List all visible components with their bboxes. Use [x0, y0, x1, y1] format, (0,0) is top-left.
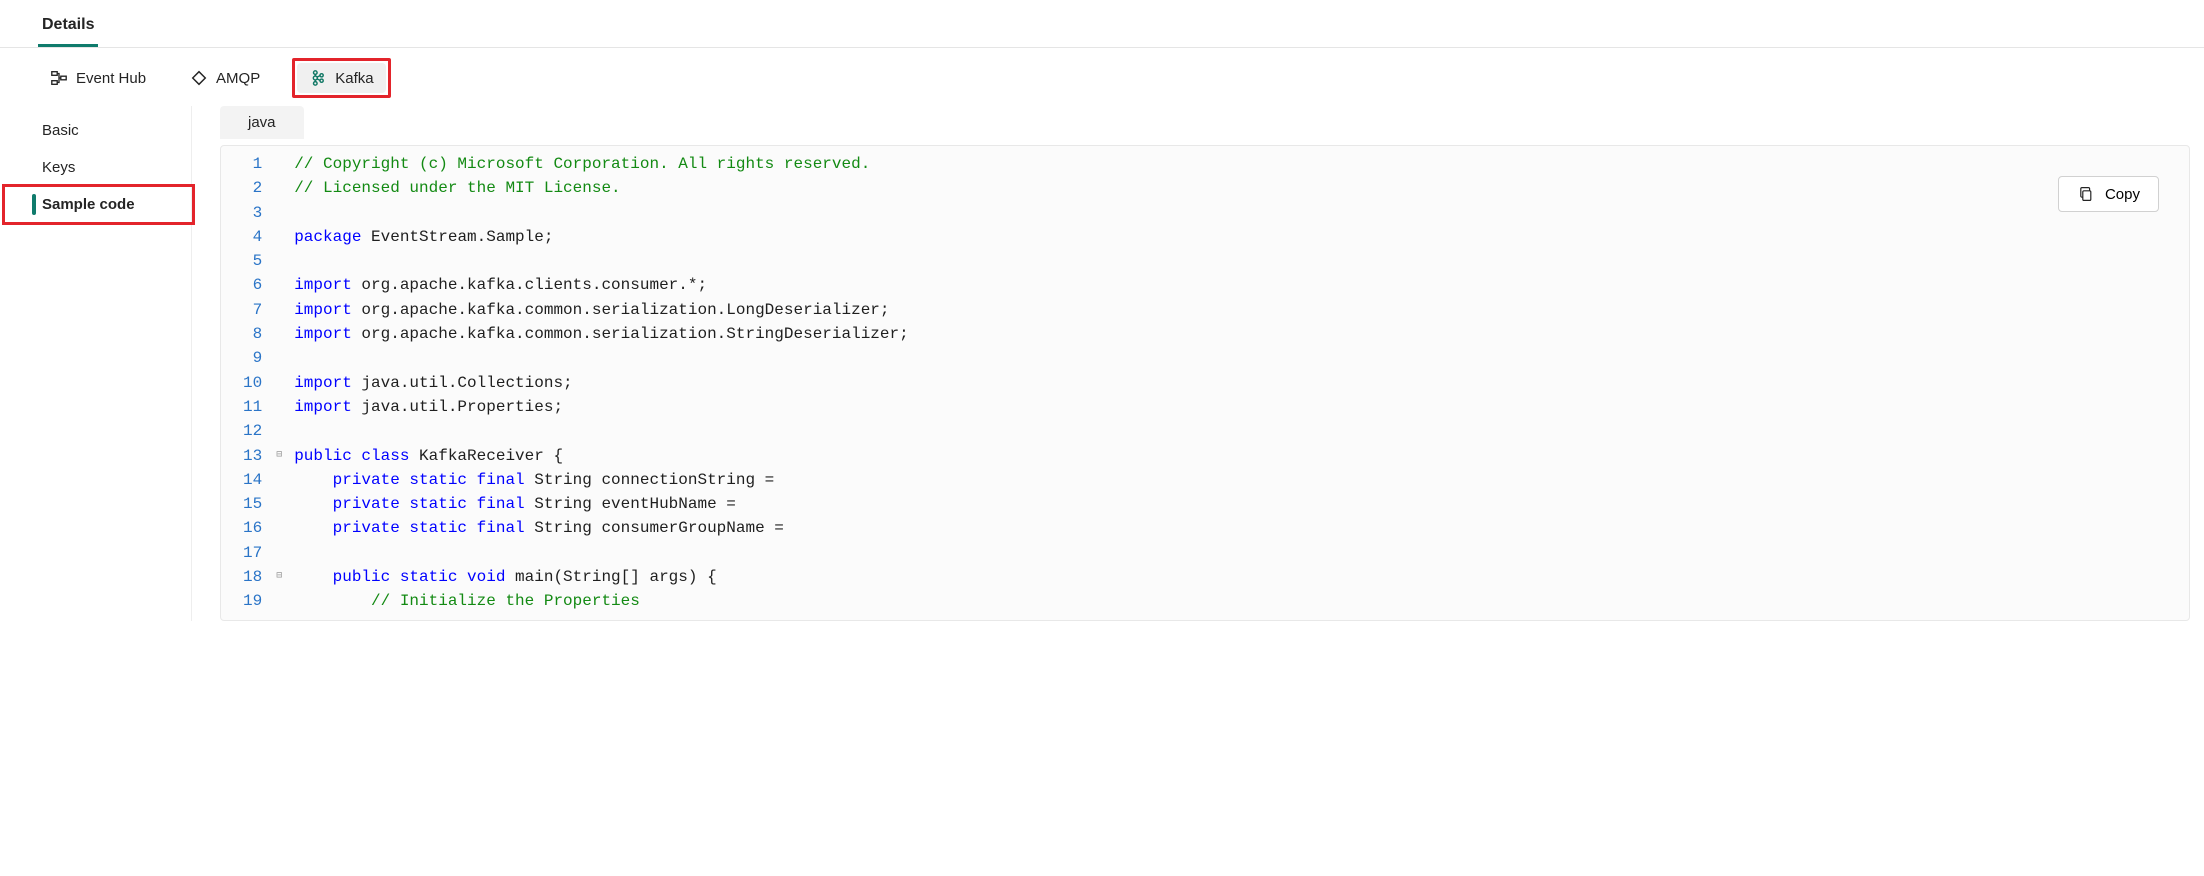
sidebar-item-label: Basic — [42, 122, 79, 139]
copy-icon — [2077, 185, 2095, 203]
sidebar-item-keys[interactable]: Keys — [0, 149, 191, 186]
kafka-highlight: Kafka — [292, 58, 390, 98]
sidebar-item-sample-code[interactable]: Sample code — [0, 186, 191, 223]
sidebar-item-label: Sample code — [42, 196, 135, 213]
event-hub-icon — [50, 69, 68, 87]
code-tab-java[interactable]: java — [220, 106, 304, 139]
tab-details[interactable]: Details — [38, 4, 98, 47]
amqp-icon — [190, 69, 208, 87]
toolbar-kafka-label: Kafka — [335, 70, 373, 87]
sidebar-item-basic[interactable]: Basic — [0, 112, 191, 149]
code-block: Copy 12345678910111213141516171819 ⊟⊟ //… — [220, 145, 2190, 621]
toolbar-kafka[interactable]: Kafka — [297, 63, 385, 93]
toolbar-event-hub[interactable]: Event Hub — [38, 63, 158, 93]
toolbar-event-hub-label: Event Hub — [76, 70, 146, 87]
kafka-icon — [309, 69, 327, 87]
sidebar: Basic Keys Sample code — [0, 106, 192, 621]
header-tabs: Details — [0, 0, 2204, 48]
protocol-toolbar: Event Hub AMQP Kafka — [0, 48, 2204, 106]
code-lang-tabs: java — [220, 106, 2204, 139]
line-gutter: 12345678910111213141516171819 — [221, 152, 272, 614]
content-area: java Copy 12345678910111213141516171819 … — [192, 106, 2204, 621]
sidebar-item-label: Keys — [42, 159, 75, 176]
copy-label: Copy — [2105, 186, 2140, 203]
toolbar-amqp[interactable]: AMQP — [178, 63, 272, 93]
copy-button[interactable]: Copy — [2058, 176, 2159, 212]
fold-column: ⊟⊟ — [272, 152, 286, 614]
toolbar-amqp-label: AMQP — [216, 70, 260, 87]
code-lines[interactable]: // Copyright (c) Microsoft Corporation. … — [286, 152, 909, 614]
